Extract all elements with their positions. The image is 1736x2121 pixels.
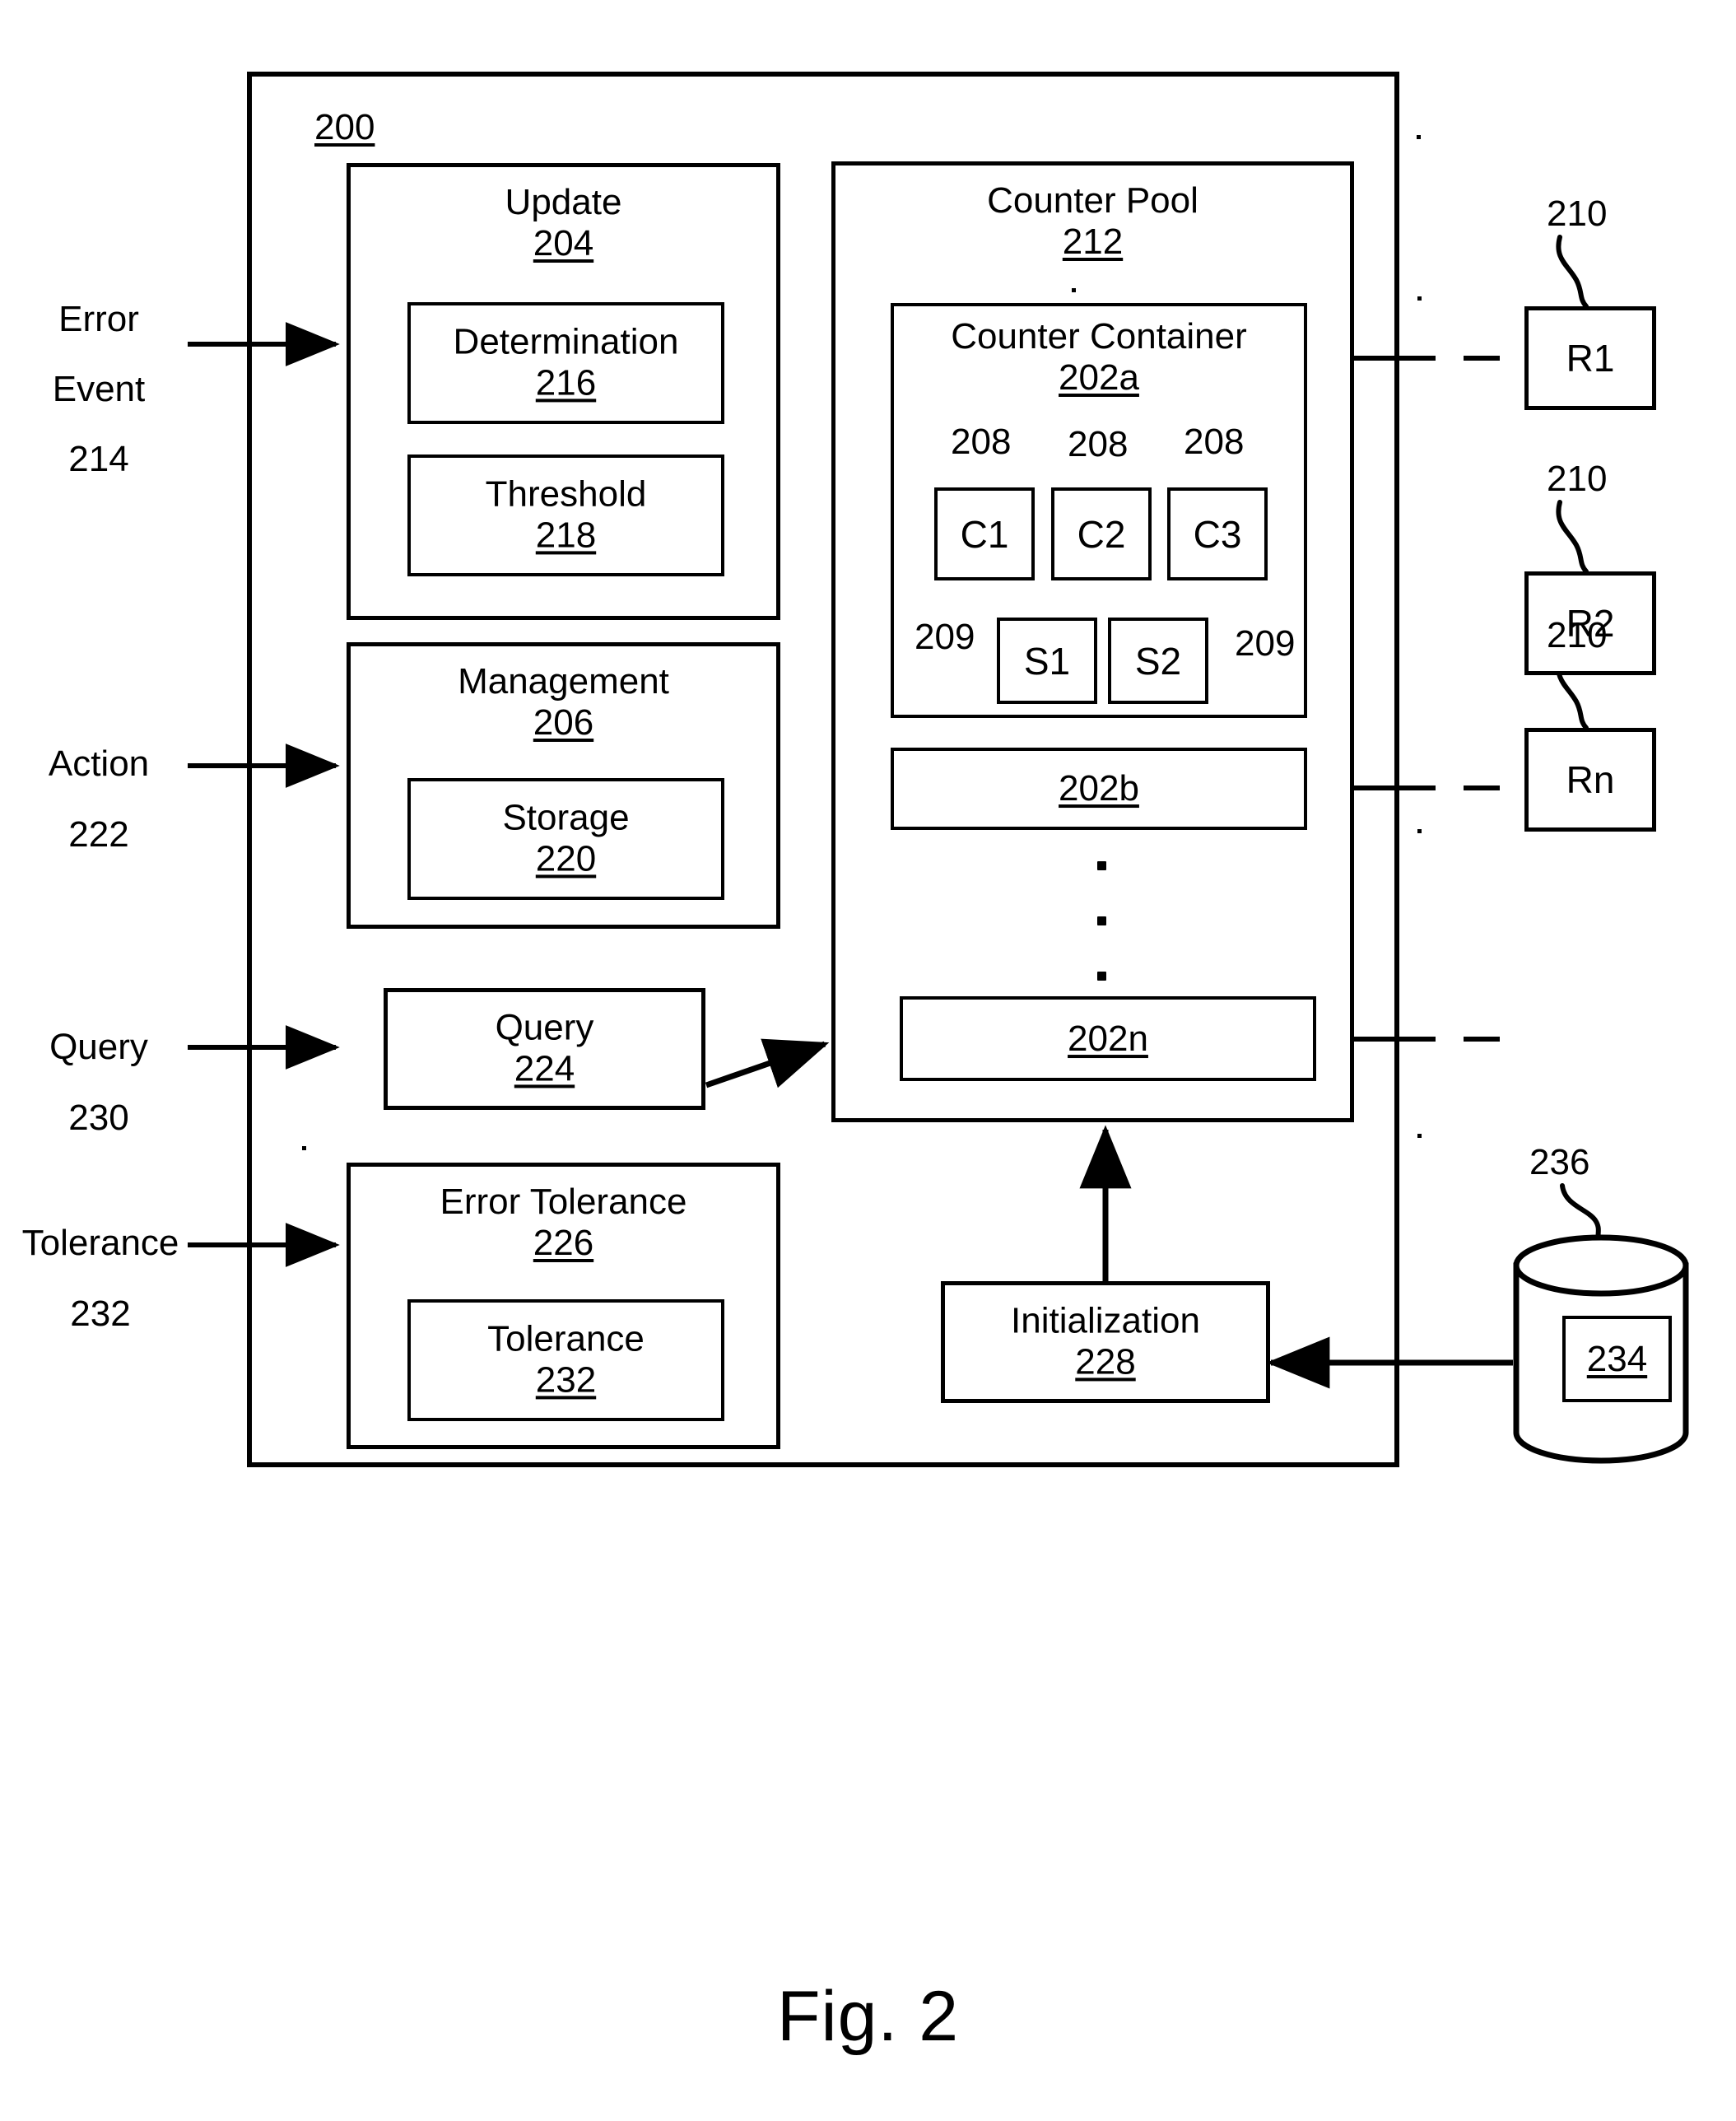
counter-container-202n-ref: 202n <box>1068 1018 1148 1059</box>
module-threshold-title: Threshold <box>485 473 647 515</box>
ellipsis-dot-1 <box>1097 861 1106 870</box>
input-query-line1: Query <box>49 1027 148 1068</box>
ref-210-r1: 210 <box>1547 193 1608 234</box>
scan-speck-2 <box>1072 288 1076 292</box>
resource-rn-label: Rn <box>1566 758 1615 801</box>
scan-speck-5 <box>302 1146 306 1150</box>
input-label-action: Action 222 <box>8 715 189 885</box>
module-tolerance-caption: Tolerance 232 <box>411 1318 721 1401</box>
module-update-caption: Update 204 <box>351 167 776 265</box>
counter-container-202a-title: Counter Container <box>951 316 1247 357</box>
module-tolerance-title: Tolerance <box>487 1318 645 1359</box>
module-management-ref: 206 <box>533 702 594 744</box>
module-initialization-caption: Initialization 228 <box>945 1300 1266 1383</box>
resource-r1[interactable]: R1 <box>1524 306 1656 410</box>
system-ref-200: 200 <box>314 107 375 147</box>
module-management-title: Management <box>458 661 669 702</box>
counter-container-202a-caption: Counter Container 202a <box>894 306 1304 399</box>
ref-209-s2: 209 <box>1235 623 1296 664</box>
counter-container-202b-ref: 202b <box>1059 768 1139 809</box>
module-query-title: Query <box>495 1007 594 1048</box>
ellipsis-dot-2 <box>1097 916 1106 925</box>
input-query-ref: 230 <box>68 1097 129 1138</box>
input-label-error-event: Error Event 214 <box>8 270 189 510</box>
input-tolerance-line1: Tolerance <box>21 1223 179 1264</box>
input-error-event-ref: 214 <box>68 439 129 480</box>
subcounter-s2-label: S2 <box>1134 639 1182 683</box>
counter-c1[interactable]: C1 <box>934 487 1035 580</box>
counter-container-202b-caption: 202b <box>894 767 1304 810</box>
counter-pool-title: Counter Pool <box>987 180 1198 221</box>
module-initialization-title: Initialization <box>1011 1300 1200 1341</box>
module-threshold[interactable]: Threshold 218 <box>407 454 724 576</box>
module-initialization[interactable]: Initialization 228 <box>941 1281 1270 1403</box>
module-update-ref: 204 <box>533 223 594 264</box>
resource-r1-label: R1 <box>1566 337 1615 380</box>
input-label-query: Query 230 <box>8 998 189 1168</box>
counter-container-202b[interactable]: 202b <box>891 748 1307 830</box>
counter-c3[interactable]: C3 <box>1167 487 1268 580</box>
module-query[interactable]: Query 224 <box>384 988 705 1110</box>
subcounter-s2[interactable]: S2 <box>1108 618 1208 704</box>
module-error-tolerance-caption: Error Tolerance 226 <box>351 1167 776 1265</box>
datastore-inner-234-ref: 234 <box>1586 1338 1648 1379</box>
resource-rn[interactable]: Rn <box>1524 728 1656 832</box>
figure-caption: Fig. 2 <box>776 1977 960 2056</box>
counter-container-202n[interactable]: 202n <box>900 996 1316 1081</box>
input-error-event-line2: Event <box>52 368 146 409</box>
counter-container-202n-caption: 202n <box>903 1018 1313 1060</box>
counter-c3-label: C3 <box>1193 512 1242 556</box>
module-query-ref: 224 <box>514 1048 575 1089</box>
ref-210-rn: 210 <box>1547 615 1608 655</box>
scan-speck-4 <box>1417 829 1422 833</box>
leader-236-db <box>1560 1183 1603 1244</box>
module-tolerance[interactable]: Tolerance 232 <box>407 1299 724 1421</box>
ref-208-c1: 208 <box>951 422 1012 462</box>
ellipsis-dot-3 <box>1097 972 1106 981</box>
input-action-line1: Action <box>48 744 150 785</box>
module-determination[interactable]: Determination 216 <box>407 302 724 424</box>
counter-pool-ref: 212 <box>1062 221 1124 263</box>
module-update-title: Update <box>505 182 622 222</box>
input-action-ref: 222 <box>68 813 129 855</box>
subcounter-s1-label: S1 <box>1023 639 1071 683</box>
ref-210-r2: 210 <box>1547 459 1608 499</box>
module-error-tolerance-title: Error Tolerance <box>440 1182 687 1222</box>
counter-pool-caption: Counter Pool 212 <box>835 165 1350 263</box>
module-storage-title: Storage <box>502 797 630 838</box>
input-label-tolerance: Tolerance 232 <box>0 1194 207 1364</box>
module-query-caption: Query 224 <box>388 1007 701 1090</box>
datastore-inner-234[interactable]: 234 <box>1562 1316 1672 1402</box>
leader-210-r1 <box>1556 235 1589 309</box>
scan-speck-6 <box>1417 1134 1422 1138</box>
scan-speck-3 <box>1417 296 1422 301</box>
input-error-event-line1: Error <box>58 299 139 340</box>
module-storage-caption: Storage 220 <box>411 797 721 880</box>
module-threshold-caption: Threshold 218 <box>411 473 721 557</box>
module-management-caption: Management 206 <box>351 646 776 744</box>
module-threshold-ref: 218 <box>535 515 597 556</box>
module-determination-title: Determination <box>453 321 679 362</box>
ref-209-s1: 209 <box>915 617 975 657</box>
module-determination-ref: 216 <box>535 362 597 403</box>
module-determination-caption: Determination 216 <box>411 321 721 404</box>
counter-container-202a-ref: 202a <box>1059 357 1139 399</box>
counter-c1-label: C1 <box>960 512 1009 556</box>
module-storage-ref: 220 <box>535 838 597 879</box>
input-tolerance-ref: 232 <box>70 1293 131 1334</box>
counter-c2[interactable]: C2 <box>1051 487 1152 580</box>
subcounter-s1[interactable]: S1 <box>997 618 1097 704</box>
ref-208-c3: 208 <box>1184 422 1245 462</box>
module-storage[interactable]: Storage 220 <box>407 778 724 900</box>
module-error-tolerance-ref: 226 <box>533 1223 594 1264</box>
figure-page: 200 Error Event 214 Action 222 Query 230… <box>0 0 1736 2121</box>
leader-210-r2 <box>1556 500 1589 574</box>
module-initialization-ref: 228 <box>1075 1341 1136 1382</box>
scan-speck-1 <box>1417 135 1421 139</box>
ref-208-c2: 208 <box>1068 424 1129 464</box>
module-tolerance-ref: 232 <box>535 1359 597 1401</box>
counter-c2-label: C2 <box>1077 512 1126 556</box>
ref-236-datastore: 236 <box>1529 1142 1590 1182</box>
datastore-inner-234-caption: 234 <box>1566 1338 1669 1381</box>
